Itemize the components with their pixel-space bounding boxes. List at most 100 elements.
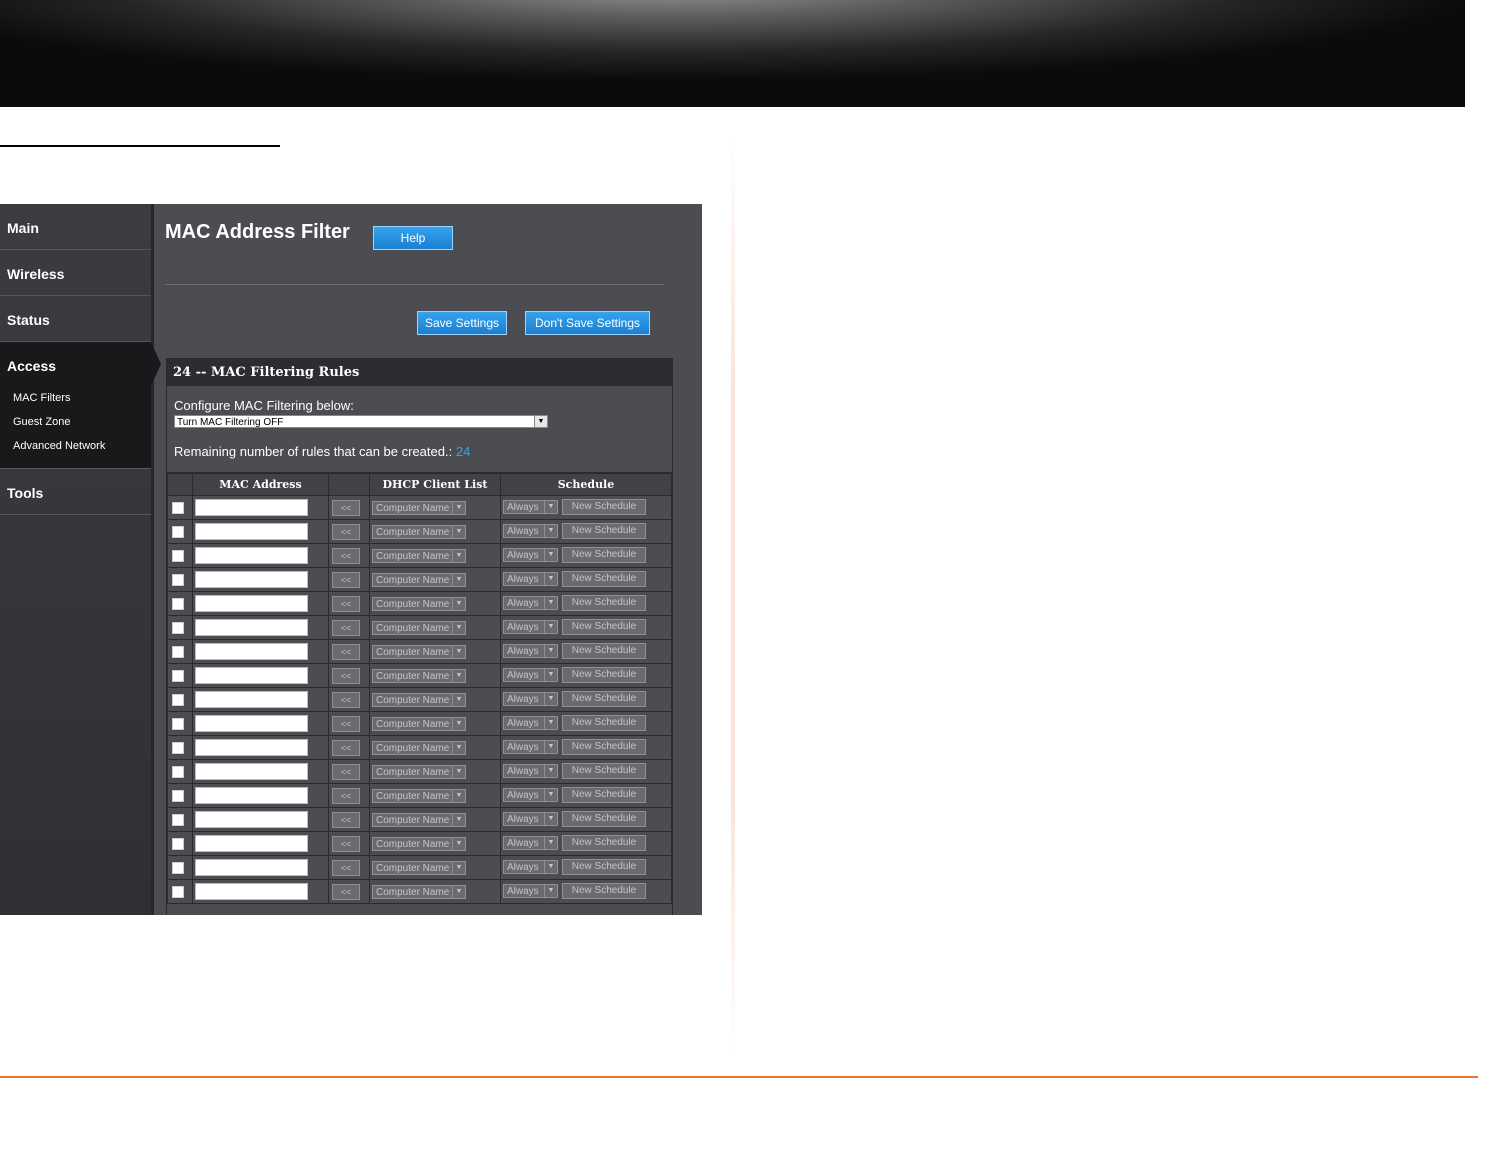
new-schedule-button[interactable]: New Schedule xyxy=(562,571,646,588)
rule-enable-checkbox[interactable] xyxy=(172,549,184,562)
computer-name-select[interactable]: Computer Name ▼ xyxy=(372,716,466,731)
chevron-down-icon[interactable]: ▼ xyxy=(452,597,465,610)
new-schedule-button[interactable]: New Schedule xyxy=(562,643,646,660)
computer-name-select[interactable]: Computer Name ▼ xyxy=(372,884,466,899)
dont-save-settings-button[interactable]: Don't Save Settings xyxy=(525,311,650,335)
new-schedule-button[interactable]: New Schedule xyxy=(562,691,646,708)
new-schedule-button[interactable]: New Schedule xyxy=(562,595,646,612)
new-schedule-button[interactable]: New Schedule xyxy=(562,499,646,516)
mac-address-input[interactable] xyxy=(195,499,308,516)
chevron-down-icon[interactable]: ▼ xyxy=(544,717,557,730)
rule-enable-checkbox[interactable] xyxy=(172,717,184,730)
copy-client-button[interactable]: << xyxy=(332,643,360,660)
copy-client-button[interactable]: << xyxy=(332,547,360,564)
rule-enable-checkbox[interactable] xyxy=(172,813,184,826)
new-schedule-button[interactable]: New Schedule xyxy=(562,619,646,636)
schedule-select[interactable]: Always ▼ xyxy=(503,572,558,587)
copy-client-button[interactable]: << xyxy=(332,859,360,876)
mac-address-input[interactable] xyxy=(195,547,308,564)
computer-name-select[interactable]: Computer Name ▼ xyxy=(372,548,466,563)
chevron-down-icon[interactable]: ▼ xyxy=(544,693,557,706)
mac-address-input[interactable] xyxy=(195,715,308,732)
chevron-down-icon[interactable]: ▼ xyxy=(452,813,465,826)
computer-name-select[interactable]: Computer Name ▼ xyxy=(372,836,466,851)
copy-client-button[interactable]: << xyxy=(332,523,360,540)
chevron-down-icon[interactable]: ▼ xyxy=(452,525,465,538)
chevron-down-icon[interactable]: ▼ xyxy=(544,549,557,562)
new-schedule-button[interactable]: New Schedule xyxy=(562,739,646,756)
save-settings-button[interactable]: Save Settings xyxy=(417,311,507,335)
copy-client-button[interactable]: << xyxy=(332,739,360,756)
computer-name-select[interactable]: Computer Name ▼ xyxy=(372,644,466,659)
computer-name-select[interactable]: Computer Name ▼ xyxy=(372,740,466,755)
chevron-down-icon[interactable]: ▼ xyxy=(452,549,465,562)
chevron-down-icon[interactable]: ▼ xyxy=(544,501,557,514)
chevron-down-icon[interactable]: ▼ xyxy=(544,525,557,538)
chevron-down-icon[interactable]: ▼ xyxy=(544,669,557,682)
mac-address-input[interactable] xyxy=(195,835,308,852)
computer-name-select[interactable]: Computer Name ▼ xyxy=(372,524,466,539)
schedule-select[interactable]: Always ▼ xyxy=(503,524,558,539)
subnav-advanced-network[interactable]: Advanced Network xyxy=(13,436,151,460)
mac-filter-mode-select[interactable]: Turn MAC Filtering OFF ▼ xyxy=(174,415,548,428)
copy-client-button[interactable]: << xyxy=(332,883,360,900)
nav-tools[interactable]: Tools xyxy=(0,469,151,515)
copy-client-button[interactable]: << xyxy=(332,619,360,636)
chevron-down-icon[interactable]: ▼ xyxy=(544,861,557,874)
schedule-select[interactable]: Always ▼ xyxy=(503,596,558,611)
subnav-guest-zone[interactable]: Guest Zone xyxy=(13,412,151,436)
mac-address-input[interactable] xyxy=(195,667,308,684)
chevron-down-icon[interactable]: ▼ xyxy=(452,669,465,682)
mac-address-input[interactable] xyxy=(195,691,308,708)
chevron-down-icon[interactable]: ▼ xyxy=(452,789,465,802)
nav-main[interactable]: Main xyxy=(0,204,151,250)
rule-enable-checkbox[interactable] xyxy=(172,573,184,586)
chevron-down-icon[interactable]: ▼ xyxy=(452,717,465,730)
rule-enable-checkbox[interactable] xyxy=(172,693,184,706)
schedule-select[interactable]: Always ▼ xyxy=(503,836,558,851)
copy-client-button[interactable]: << xyxy=(332,595,360,612)
rule-enable-checkbox[interactable] xyxy=(172,645,184,658)
schedule-select[interactable]: Always ▼ xyxy=(503,620,558,635)
mac-address-input[interactable] xyxy=(195,523,308,540)
rule-enable-checkbox[interactable] xyxy=(172,621,184,634)
schedule-select[interactable]: Always ▼ xyxy=(503,860,558,875)
mac-address-input[interactable] xyxy=(195,811,308,828)
nav-status[interactable]: Status xyxy=(0,296,151,342)
computer-name-select[interactable]: Computer Name ▼ xyxy=(372,572,466,587)
schedule-select[interactable]: Always ▼ xyxy=(503,500,558,515)
chevron-down-icon[interactable]: ▼ xyxy=(544,621,557,634)
schedule-select[interactable]: Always ▼ xyxy=(503,548,558,563)
copy-client-button[interactable]: << xyxy=(332,787,360,804)
computer-name-select[interactable]: Computer Name ▼ xyxy=(372,596,466,611)
computer-name-select[interactable]: Computer Name ▼ xyxy=(372,788,466,803)
computer-name-select[interactable]: Computer Name ▼ xyxy=(372,860,466,875)
chevron-down-icon[interactable]: ▼ xyxy=(452,693,465,706)
chevron-down-icon[interactable]: ▼ xyxy=(452,861,465,874)
schedule-select[interactable]: Always ▼ xyxy=(503,668,558,683)
new-schedule-button[interactable]: New Schedule xyxy=(562,763,646,780)
schedule-select[interactable]: Always ▼ xyxy=(503,692,558,707)
chevron-down-icon[interactable]: ▼ xyxy=(452,573,465,586)
copy-client-button[interactable]: << xyxy=(332,691,360,708)
nav-wireless[interactable]: Wireless xyxy=(0,250,151,296)
chevron-down-icon[interactable]: ▼ xyxy=(452,837,465,850)
rule-enable-checkbox[interactable] xyxy=(172,501,184,514)
new-schedule-button[interactable]: New Schedule xyxy=(562,787,646,804)
rule-enable-checkbox[interactable] xyxy=(172,597,184,610)
computer-name-select[interactable]: Computer Name ▼ xyxy=(372,812,466,827)
schedule-select[interactable]: Always ▼ xyxy=(503,884,558,899)
chevron-down-icon[interactable]: ▼ xyxy=(452,885,465,898)
new-schedule-button[interactable]: New Schedule xyxy=(562,883,646,900)
schedule-select[interactable]: Always ▼ xyxy=(503,788,558,803)
schedule-select[interactable]: Always ▼ xyxy=(503,716,558,731)
computer-name-select[interactable]: Computer Name ▼ xyxy=(372,764,466,779)
chevron-down-icon[interactable]: ▼ xyxy=(544,597,557,610)
mac-address-input[interactable] xyxy=(195,619,308,636)
chevron-down-icon[interactable]: ▼ xyxy=(452,621,465,634)
mac-address-input[interactable] xyxy=(195,787,308,804)
new-schedule-button[interactable]: New Schedule xyxy=(562,811,646,828)
rule-enable-checkbox[interactable] xyxy=(172,669,184,682)
mac-address-input[interactable] xyxy=(195,739,308,756)
mac-address-input[interactable] xyxy=(195,763,308,780)
